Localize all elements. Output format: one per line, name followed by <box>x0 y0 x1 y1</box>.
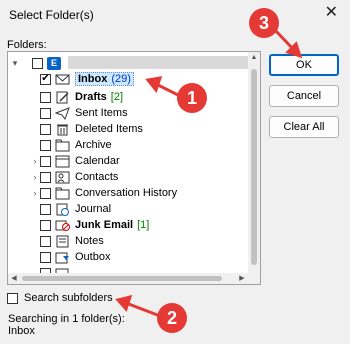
annotation-badge-1: 1 <box>177 83 207 113</box>
annotation-badge-2: 2 <box>157 303 187 333</box>
select-folders-dialog: Select Folder(s) ✕ Folders: ▾ E ✔ Inbox(… <box>0 0 350 344</box>
annotation-arrows <box>115 28 303 318</box>
annotation-badge-3: 3 <box>249 8 279 38</box>
